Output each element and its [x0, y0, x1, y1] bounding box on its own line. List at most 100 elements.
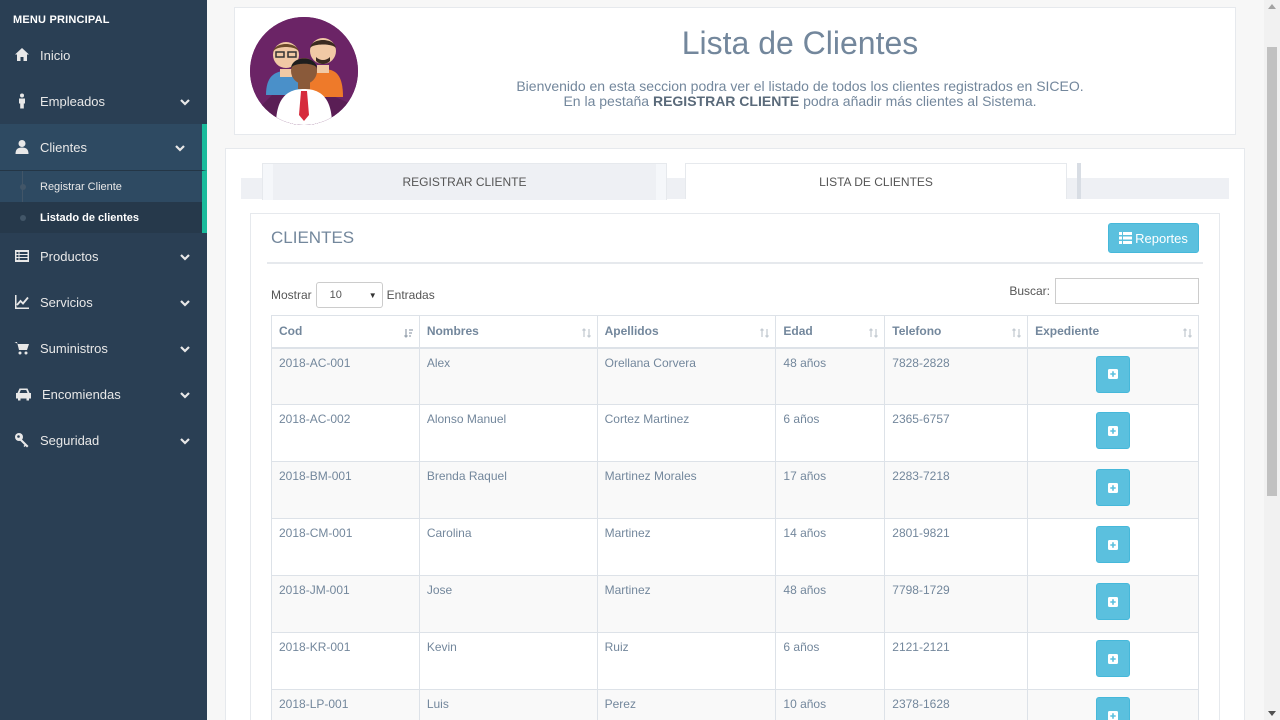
column-header-edad[interactable]: Edad — [775, 315, 886, 349]
column-label: Apellidos — [604, 324, 659, 339]
table-row: 2018-AC-002 Alonso Manuel Cortez Martine… — [271, 404, 1199, 462]
car-icon — [13, 386, 33, 402]
table-row: 2018-BM-001 Brenda Raquel Martinez Moral… — [271, 461, 1199, 519]
table-header-row: Cod Nombres Apellidos Edad Telefono Expe… — [271, 315, 1199, 349]
chevron-down-icon — [180, 342, 190, 353]
plus-square-icon — [1108, 596, 1119, 607]
entries-label: Entradas — [386, 288, 435, 302]
cell-nombres: Luis — [418, 689, 598, 720]
scroll-down-arrow-icon[interactable] — [1268, 711, 1276, 716]
sidebar-item-suministros[interactable]: Suministros — [0, 325, 207, 371]
cell-nombres: Kevin — [418, 632, 598, 690]
column-header-telefono[interactable]: Telefono — [884, 315, 1029, 349]
sort-icon — [1012, 327, 1022, 338]
page-length-select[interactable]: 10 ▼ — [315, 282, 383, 308]
scroll-up-arrow-icon[interactable] — [1268, 4, 1276, 9]
description-line-2: En la pestaña REGISTRAR CLIENTE podra añ… — [365, 94, 1235, 109]
plus-square-icon — [1108, 482, 1119, 493]
vertical-scrollbar[interactable] — [1264, 0, 1280, 720]
chevron-down-icon — [180, 434, 190, 445]
cell-telefono: 2801-9821 — [884, 518, 1029, 576]
sidebar-item-encomiendas[interactable]: Encomiendas — [0, 371, 207, 417]
cell-edad: 6 años — [775, 632, 886, 690]
sidebar-item-inicio[interactable]: Inicio — [0, 32, 207, 78]
column-header-nombres[interactable]: Nombres — [418, 315, 598, 349]
key-icon — [13, 432, 31, 448]
sidebar-item-seguridad[interactable]: Seguridad — [0, 417, 207, 463]
view-expediente-button[interactable] — [1096, 412, 1131, 449]
main-content: Lista de Clientes Bienvenido en esta sec… — [207, 0, 1264, 720]
cell-apellidos: Martinez — [596, 518, 777, 576]
cell-expediente — [1027, 689, 1199, 720]
view-expediente-button[interactable] — [1096, 526, 1131, 563]
plus-square-icon — [1108, 653, 1119, 664]
reports-label: Reportes — [1135, 230, 1188, 246]
cell-cod: 2018-CM-001 — [271, 518, 420, 576]
page-length-control: Mostrar 10 ▼ Entradas — [271, 282, 435, 308]
tab-divider — [1077, 163, 1081, 199]
sidebar-item-clientes[interactable]: Clientes — [0, 124, 207, 170]
cell-nombres: Jose — [418, 575, 598, 633]
scrollbar-thumb[interactable] — [1267, 47, 1277, 496]
cell-telefono: 2365-6757 — [884, 404, 1029, 462]
description-highlight: REGISTRAR CLIENTE — [652, 93, 800, 109]
sidebar-item-servicios[interactable]: Servicios — [0, 279, 207, 325]
view-expediente-button[interactable] — [1096, 355, 1131, 393]
cell-expediente — [1027, 347, 1199, 405]
column-label: Nombres — [426, 324, 479, 339]
column-label: Edad — [783, 324, 813, 339]
subitem-label: Registrar Cliente — [40, 180, 122, 193]
chevron-down-icon — [180, 388, 190, 399]
cell-edad: 17 años — [775, 461, 886, 519]
cell-nombres: Brenda Raquel — [418, 461, 598, 519]
cell-expediente — [1027, 632, 1199, 690]
view-expediente-button[interactable] — [1096, 697, 1131, 720]
sort-icon — [869, 327, 879, 338]
sidebar-item-productos[interactable]: Productos — [0, 233, 207, 279]
column-header-expediente[interactable]: Expediente — [1027, 315, 1199, 349]
sidebar-item-empleados[interactable]: Empleados — [0, 78, 207, 124]
search-control: Buscar: — [1009, 278, 1199, 304]
sidebar-item-label: Suministros — [40, 340, 108, 356]
view-expediente-button[interactable] — [1096, 640, 1131, 677]
divider — [267, 262, 1203, 264]
search-input[interactable] — [1055, 278, 1199, 304]
cell-apellidos: Martinez — [596, 575, 777, 633]
tab-label: REGISTRAR CLIENTE — [273, 164, 656, 200]
tab-registrar-cliente[interactable]: REGISTRAR CLIENTE — [262, 163, 667, 200]
cell-edad: 6 años — [775, 404, 886, 462]
cell-apellidos: Ruiz — [596, 632, 777, 690]
cell-expediente — [1027, 461, 1199, 519]
cell-cod: 2018-JM-001 — [271, 575, 420, 633]
caret-down-icon: ▼ — [368, 291, 377, 300]
page-header: Lista de Clientes Bienvenido en esta sec… — [234, 7, 1236, 135]
sidebar-subitem-listado-clientes[interactable]: Listado de clientes — [0, 202, 202, 233]
column-label: Cod — [279, 324, 303, 339]
home-icon — [13, 47, 31, 63]
bullet-icon — [20, 184, 26, 190]
cell-telefono: 7798-1729 — [884, 575, 1029, 633]
description-text: En la pestaña — [563, 93, 653, 109]
bullet-icon — [20, 215, 26, 221]
plus-square-icon — [1108, 539, 1119, 550]
cell-apellidos: Orellana Corvera — [596, 347, 777, 405]
view-expediente-button[interactable] — [1096, 469, 1131, 506]
cell-edad: 48 años — [775, 575, 886, 633]
view-expediente-button[interactable] — [1096, 583, 1131, 620]
menu-title: MENU PRINCIPAL — [13, 14, 110, 26]
tab-label: LISTA DE CLIENTES — [819, 174, 933, 189]
tab-lista-clientes[interactable]: LISTA DE CLIENTES — [685, 163, 1067, 199]
chevron-down-icon — [175, 141, 185, 152]
page-title: Lista de Clientes — [681, 25, 919, 61]
clients-table: Cod Nombres Apellidos Edad Telefono Expe… — [271, 315, 1199, 720]
reports-button[interactable]: Reportes — [1108, 223, 1199, 253]
cell-apellidos: Martinez Morales — [596, 461, 777, 519]
column-header-apellidos[interactable]: Apellidos — [596, 315, 777, 349]
sidebar-subitem-registrar-cliente[interactable]: Registrar Cliente — [0, 171, 202, 202]
cell-cod: 2018-LP-001 — [271, 689, 420, 720]
column-label: Expediente — [1035, 324, 1100, 339]
cell-nombres: Alonso Manuel — [418, 404, 598, 462]
subitem-label: Listado de clientes — [40, 211, 140, 224]
cell-expediente — [1027, 518, 1199, 576]
column-header-cod[interactable]: Cod — [271, 315, 420, 349]
